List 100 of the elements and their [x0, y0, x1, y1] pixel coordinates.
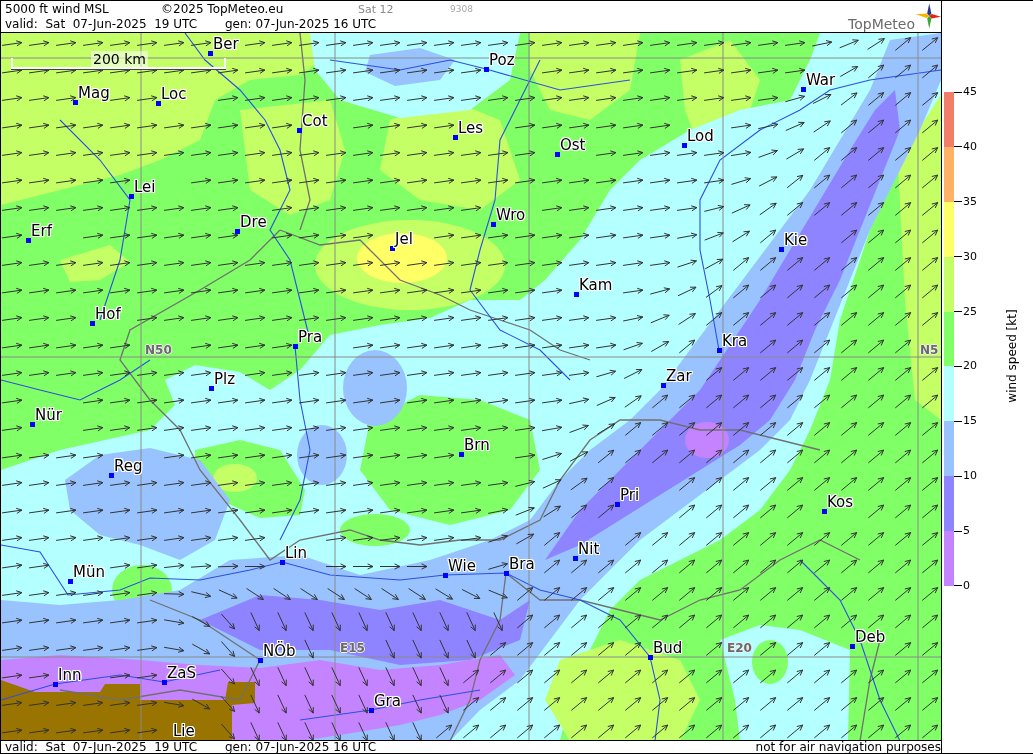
city-label: Nür	[35, 407, 62, 424]
legend-tick-label: 10	[963, 470, 977, 483]
city-label: Kam	[579, 277, 613, 294]
city-label: Mün	[73, 564, 105, 581]
legend-tick-label: 15	[963, 415, 977, 428]
city-label: Ber	[213, 36, 239, 53]
city-marker-icon	[443, 573, 448, 578]
city-marker-icon	[293, 344, 298, 349]
grid-label: E20	[727, 642, 752, 655]
city-label: Jel	[395, 231, 413, 248]
city-label: Dre	[240, 214, 267, 231]
legend-tick-label: 20	[963, 360, 977, 373]
city-label: Kos	[827, 494, 854, 511]
city-marker-icon	[258, 658, 263, 663]
grid-label: E15	[340, 642, 365, 655]
city-label: Mag	[78, 85, 110, 102]
city-label: Gra	[374, 693, 401, 710]
valid-time: valid: Sat 07-Jun-2025 19 UTC	[5, 741, 198, 753]
generated-time: gen: 07-Jun-2025 16 UTC	[225, 741, 377, 753]
city-label: Bra	[509, 556, 535, 573]
city-marker-icon	[779, 247, 784, 252]
city-marker-icon	[661, 383, 666, 388]
grid-label: N50	[145, 344, 172, 357]
logo-text: TopMeteo	[848, 16, 915, 32]
city-marker-icon	[453, 135, 458, 140]
city-label: Kra	[722, 333, 748, 350]
city-marker-icon	[369, 708, 374, 713]
disclaimer-text: not for air navigation purposes	[755, 741, 941, 753]
city-marker-icon	[53, 682, 58, 687]
city-marker-icon	[615, 502, 620, 507]
city-marker-icon	[822, 509, 827, 514]
city-marker-icon	[390, 246, 395, 251]
city-label: Reg	[114, 458, 143, 475]
city-marker-icon	[504, 571, 509, 576]
scale-label: 200 km	[91, 51, 148, 67]
city-label: Bud	[653, 640, 683, 657]
city-label: Lei	[134, 179, 156, 196]
city-label: Erf	[31, 223, 52, 240]
city-label: Lie	[173, 723, 195, 740]
city-marker-icon	[235, 229, 240, 234]
city-label: Inn	[58, 667, 82, 684]
city-marker-icon	[162, 680, 167, 685]
city-marker-icon	[574, 292, 579, 297]
city-marker-icon	[850, 644, 855, 649]
legend-tick-label: 5	[963, 525, 970, 537]
city-label: War	[806, 72, 836, 89]
city-label: Ost	[560, 137, 586, 154]
city-label: Loc	[161, 86, 187, 103]
city-marker-icon	[208, 51, 213, 56]
run-label: Sat 12	[358, 2, 394, 17]
city-label: Zar	[666, 368, 692, 385]
valid-time: valid: Sat 07-Jun-2025 19 UTC	[5, 17, 198, 32]
city-marker-icon	[555, 152, 560, 157]
grid-label: N5	[920, 344, 939, 357]
city-label: Wie	[448, 558, 476, 575]
generated-time: gen: 07-Jun-2025 16 UTC	[225, 17, 377, 32]
legend-tick-label: 0	[963, 579, 970, 592]
city-label: Pra	[298, 329, 323, 346]
city-label: Brn	[464, 437, 490, 454]
city-label: Pri	[620, 487, 640, 504]
city-label: Deb	[855, 629, 886, 646]
city-label: NÖb	[263, 643, 296, 660]
city-label: Lod	[687, 128, 714, 145]
city-marker-icon	[156, 101, 161, 106]
city-marker-icon	[484, 67, 489, 72]
city-marker-icon	[209, 386, 214, 391]
city-marker-icon	[109, 473, 114, 478]
city-label: Wro	[496, 207, 526, 224]
legend-tick-label: 25	[963, 305, 977, 318]
city-label: Plz	[214, 371, 236, 388]
city-marker-icon	[297, 128, 302, 133]
city-label: Nit	[578, 541, 600, 558]
city-marker-icon	[648, 655, 653, 660]
legend-tick-label: 40	[963, 140, 977, 153]
city-marker-icon	[717, 348, 722, 353]
city-marker-icon	[280, 560, 285, 565]
city-marker-icon	[90, 321, 95, 326]
map-title: 5000 ft wind MSL	[5, 2, 109, 17]
city-label: Hof	[95, 306, 121, 323]
code-label: 9308	[450, 3, 473, 16]
city-label: Cot	[302, 113, 328, 130]
city-label: Les	[458, 120, 484, 137]
city-label: Kie	[784, 232, 808, 249]
copyright-text: ©2025 TopMeteo.eu	[161, 2, 284, 17]
city-marker-icon	[801, 87, 806, 92]
city-label: Lin	[285, 545, 308, 562]
city-label: Poz	[489, 52, 515, 69]
legend-tick-label: 45	[963, 86, 977, 98]
city-marker-icon	[68, 579, 73, 584]
compass-star-icon	[915, 2, 941, 30]
city-marker-icon	[73, 100, 78, 105]
legend-title: wind speed [kt]	[1005, 309, 1019, 403]
legend-tick-label: 30	[963, 250, 977, 263]
city-marker-icon	[459, 452, 464, 457]
city-marker-icon	[682, 143, 687, 148]
city-marker-icon	[491, 222, 496, 227]
city-label: ZaS	[167, 665, 196, 682]
legend-tick-label: 35	[963, 195, 977, 208]
city-marker-icon	[30, 422, 35, 427]
city-marker-icon	[129, 194, 134, 199]
